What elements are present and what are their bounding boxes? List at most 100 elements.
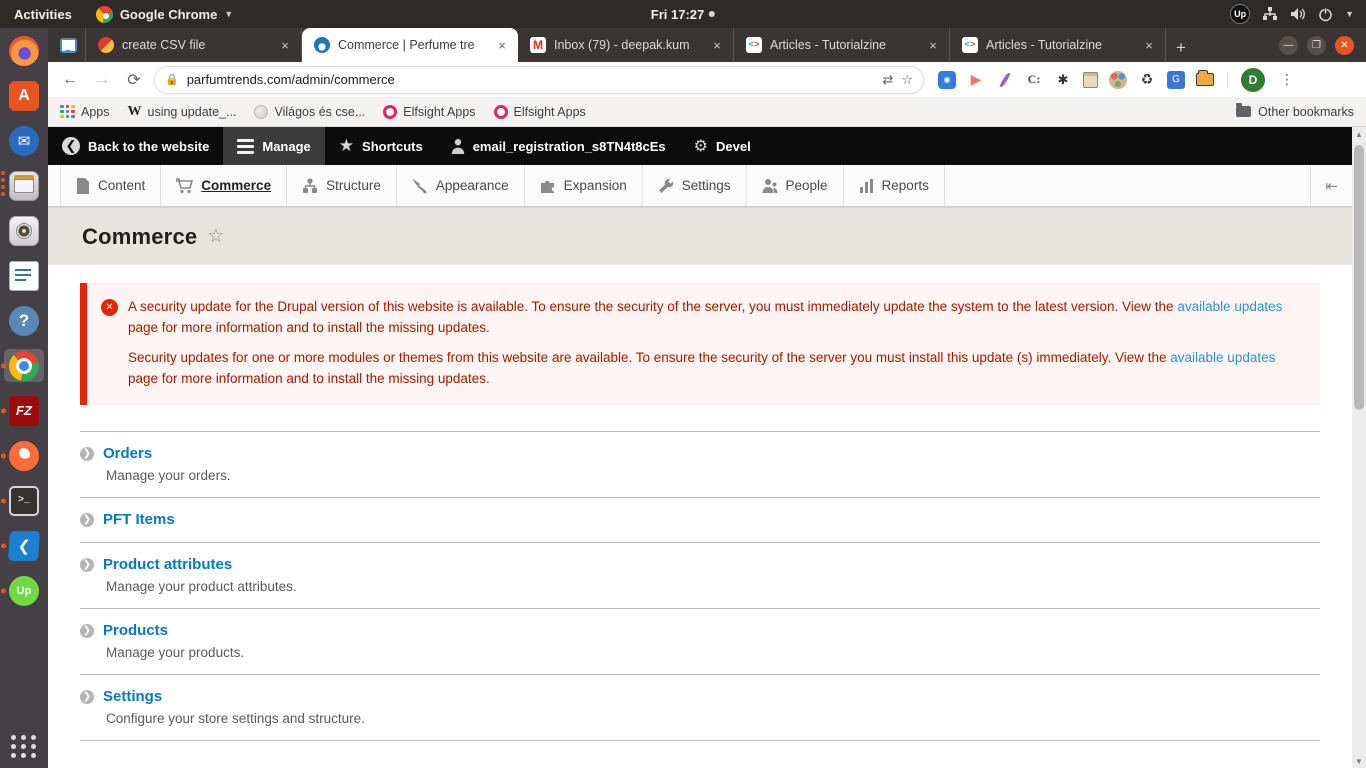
menu-item-settings[interactable]: Settings bbox=[643, 165, 747, 206]
minimize-button[interactable]: — bbox=[1279, 36, 1298, 55]
url-text[interactable]: parfumtrends.com/admin/commerce bbox=[187, 72, 875, 87]
bookmark-elfsight-2[interactable]: Elfsight Apps bbox=[494, 105, 586, 119]
toolbar-orientation-toggle[interactable]: ⇤ bbox=[1310, 165, 1352, 206]
power-icon[interactable] bbox=[1318, 7, 1333, 22]
dock-item-help[interactable]: ? bbox=[4, 304, 44, 337]
upwork-tray-icon[interactable]: Up bbox=[1230, 4, 1250, 24]
shortcuts-tab[interactable]: ★ Shortcuts bbox=[325, 127, 437, 165]
toolbar-label: email_registration_s8TN4t8cEs bbox=[473, 139, 666, 154]
bookmark-elfsight-1[interactable]: Elfsight Apps bbox=[383, 105, 475, 119]
manage-tab[interactable]: Manage bbox=[223, 127, 324, 165]
menu-label: Settings bbox=[682, 178, 731, 193]
lock-icon[interactable]: 🔒 bbox=[165, 73, 179, 86]
volume-icon[interactable] bbox=[1290, 7, 1306, 21]
firefox-icon bbox=[9, 36, 39, 66]
palette-extension-icon[interactable] bbox=[1109, 71, 1127, 89]
dock-item-thunderbird[interactable]: ✉ bbox=[4, 124, 44, 157]
activities-button[interactable]: Activities bbox=[0, 7, 86, 22]
folder-extension-icon[interactable] bbox=[1196, 71, 1214, 89]
menu-item-reports[interactable]: Reports bbox=[844, 165, 945, 206]
debugger-extension-icon[interactable]: ✱ bbox=[1054, 71, 1072, 89]
forward-button[interactable]: → bbox=[90, 71, 114, 89]
dock-item-filezilla[interactable]: FZ bbox=[4, 394, 44, 427]
dock-item-ubuntu-software[interactable]: A bbox=[4, 79, 44, 112]
menu-item-appearance[interactable]: Appearance bbox=[397, 165, 525, 206]
clock[interactable]: Fri 17:27 bbox=[651, 7, 715, 22]
dock-item-postman[interactable] bbox=[4, 439, 44, 472]
close-icon[interactable]: × bbox=[1141, 38, 1157, 53]
back-to-website-link[interactable]: ❮ Back to the website bbox=[48, 127, 223, 165]
other-bookmarks[interactable]: Other bookmarks bbox=[1236, 105, 1354, 119]
dock-item-files[interactable] bbox=[4, 169, 44, 202]
close-icon[interactable]: × bbox=[925, 38, 941, 53]
tab-inbox[interactable]: M Inbox (79) - deepak.kum × bbox=[518, 28, 734, 62]
menu-item-content[interactable]: Content bbox=[60, 165, 161, 206]
menu-item-expansion[interactable]: Expansion bbox=[525, 165, 643, 206]
dock-item-firefox[interactable] bbox=[4, 34, 44, 67]
security-message-2: Security updates for one or more modules… bbox=[128, 348, 1300, 389]
close-window-button[interactable]: ✕ bbox=[1335, 36, 1354, 55]
tab-articles-2[interactable]: Articles - Tutorialzine × bbox=[950, 28, 1166, 62]
tab-commerce-active[interactable]: Commerce | Perfume tre × bbox=[302, 28, 518, 62]
toolbar-label: Back to the website bbox=[88, 139, 209, 154]
translate-extension-icon[interactable]: G bbox=[1167, 71, 1185, 89]
available-updates-link[interactable]: available updates bbox=[1167, 350, 1276, 365]
tab-articles-1[interactable]: Articles - Tutorialzine × bbox=[734, 28, 950, 62]
close-icon[interactable]: × bbox=[494, 38, 510, 53]
scroll-down-icon[interactable]: ▼ bbox=[1355, 754, 1363, 768]
maximize-button[interactable]: ❐ bbox=[1307, 36, 1326, 55]
dock-item-chrome[interactable] bbox=[4, 349, 44, 382]
toolbar-label: Devel bbox=[716, 139, 751, 154]
menu-item-structure[interactable]: Structure bbox=[287, 165, 397, 206]
dock-item-libreoffice-writer[interactable] bbox=[4, 259, 44, 292]
bookmark-apps[interactable]: Apps bbox=[60, 105, 110, 119]
recycle-extension-icon[interactable]: ♻ bbox=[1138, 71, 1156, 89]
bookmark-vilagos[interactable]: Világos és cse... bbox=[254, 105, 365, 119]
dock-item-upwork[interactable]: Up bbox=[4, 574, 44, 607]
translate-icon[interactable]: ⇄ bbox=[882, 72, 893, 88]
profile-avatar[interactable]: D bbox=[1241, 68, 1265, 92]
reload-button[interactable]: ⟳ bbox=[122, 70, 146, 90]
pft-items-link[interactable]: PFT Items bbox=[103, 511, 175, 528]
user-account-tab[interactable]: email_registration_s8TN4t8cEs bbox=[437, 127, 680, 165]
chevron-down-icon[interactable]: ▼ bbox=[1345, 9, 1354, 19]
dock-item-music[interactable] bbox=[4, 214, 44, 247]
running-indicator bbox=[1, 171, 5, 196]
colorzilla-extension-icon[interactable]: C: bbox=[1025, 71, 1043, 89]
orders-link[interactable]: Orders bbox=[103, 445, 152, 462]
bookmark-wikipedia[interactable]: W using update_... bbox=[128, 104, 237, 120]
show-applications-button[interactable] bbox=[11, 735, 37, 758]
dock-item-terminal[interactable]: >_ bbox=[4, 484, 44, 517]
screen-capture-extension-icon[interactable]: ◉ bbox=[938, 71, 956, 89]
close-icon[interactable]: × bbox=[277, 38, 293, 53]
tab-create-csv[interactable]: create CSV file × bbox=[86, 28, 302, 62]
dock-item-vscode[interactable]: ❮ bbox=[4, 529, 44, 562]
product-attributes-link[interactable]: Product attributes bbox=[103, 556, 232, 573]
products-link[interactable]: Products bbox=[103, 622, 168, 639]
back-button[interactable]: ← bbox=[58, 71, 82, 89]
other-bookmarks-label: Other bookmarks bbox=[1258, 105, 1354, 119]
scrollbar-thumb[interactable] bbox=[1354, 145, 1364, 410]
notepad-extension-icon[interactable] bbox=[1083, 72, 1098, 88]
app-menu[interactable]: Google Chrome ▼ bbox=[86, 6, 243, 23]
shortcut-star-icon[interactable]: ☆ bbox=[207, 225, 224, 248]
scroll-up-icon[interactable]: ▲ bbox=[1355, 127, 1363, 141]
pinned-tab[interactable] bbox=[48, 28, 86, 62]
stylus-extension-icon[interactable] bbox=[996, 71, 1014, 89]
browser-menu-icon[interactable]: ⋮ bbox=[1276, 71, 1298, 88]
new-tab-button[interactable]: + bbox=[1166, 34, 1196, 62]
tab-title: Commerce | Perfume tre bbox=[338, 38, 486, 52]
chrome-icon bbox=[96, 6, 113, 23]
available-updates-link[interactable]: available updates bbox=[1174, 299, 1283, 314]
close-icon[interactable]: × bbox=[709, 38, 725, 53]
address-bar[interactable]: 🔒 parfumtrends.com/admin/commerce ⇄ ☆ bbox=[154, 66, 924, 94]
player-extension-icon[interactable]: ▶ bbox=[967, 71, 985, 89]
page-scrollbar[interactable]: ▲ ▼ bbox=[1352, 127, 1366, 768]
menu-item-commerce[interactable]: Commerce bbox=[161, 165, 287, 206]
menu-item-people[interactable]: People bbox=[747, 165, 844, 206]
settings-link[interactable]: Settings bbox=[103, 688, 162, 705]
running-indicator bbox=[1, 453, 6, 458]
devel-tab[interactable]: ⚙ Devel bbox=[680, 127, 765, 165]
bookmark-star-icon[interactable]: ☆ bbox=[901, 72, 913, 88]
network-icon[interactable] bbox=[1262, 7, 1278, 21]
